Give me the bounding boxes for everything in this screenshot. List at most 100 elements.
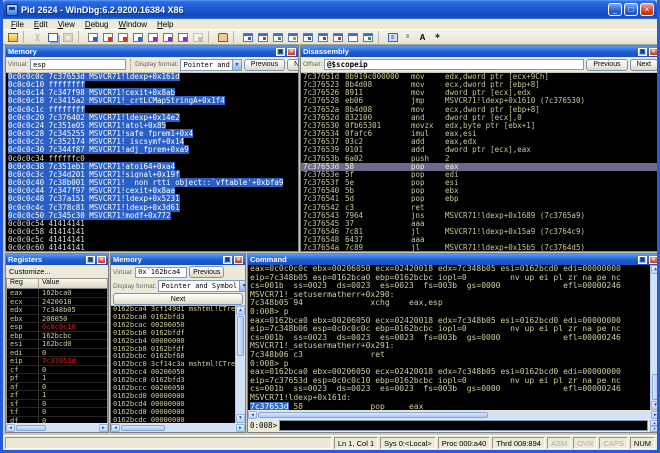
next-button[interactable]: Next: [287, 59, 299, 71]
command-vscrollbar[interactable]: ▲ ▼: [650, 265, 660, 410]
dock-icon[interactable]: ▣: [638, 256, 647, 264]
disassembly-row[interactable]: 7c37653f5epopesi: [301, 179, 660, 187]
command-input[interactable]: [279, 420, 648, 431]
step-out-icon[interactable]: [175, 30, 190, 44]
stop-debugging-icon[interactable]: [115, 30, 130, 44]
previous-button[interactable]: Previous: [189, 266, 224, 278]
scroll-thumb[interactable]: [16, 425, 46, 431]
open-source-file-icon[interactable]: [5, 30, 20, 44]
memory-content[interactable]: 0c0c0c0c 7c37653d MSVCR71!ldexp+0x161d0c…: [6, 73, 298, 251]
dock-icon[interactable]: ▣: [638, 48, 647, 56]
menu-edit[interactable]: Edit: [29, 20, 53, 29]
dock-icon[interactable]: ▣: [276, 48, 285, 56]
font-icon[interactable]: A: [415, 30, 430, 44]
disassembly-row[interactable]: 7c37653d58popeax: [301, 163, 660, 171]
registers-table[interactable]: eax162bca0ecx2420018edx7c348b05ebx206050…: [6, 289, 108, 423]
go-icon[interactable]: [85, 30, 100, 44]
scroll-thumb[interactable]: [237, 316, 244, 356]
minimize-button[interactable]: _: [608, 3, 622, 16]
register-row[interactable]: df0: [7, 417, 107, 424]
maximize-button[interactable]: □: [624, 3, 638, 16]
scroll-left-icon[interactable]: ◄: [248, 411, 257, 419]
disassembly-content[interactable]: 7c37651d8b919c000000movedx,dword ptr [ec…: [301, 73, 660, 251]
step-into-icon[interactable]: [145, 30, 160, 44]
copy-icon[interactable]: [45, 30, 60, 44]
close-icon[interactable]: ×: [234, 256, 243, 264]
memory-row[interactable]: 0c0c0c60 41414141: [6, 244, 298, 251]
memory-panel-title-bar[interactable]: Memory ▣ ×: [6, 46, 298, 57]
memory-window-icon[interactable]: [300, 30, 315, 44]
run-to-cursor-icon[interactable]: [190, 30, 205, 44]
command-output[interactable]: eax=0c0c0c0c ebx=00206050 ecx=02420018 e…: [248, 265, 660, 410]
scroll-up-icon[interactable]: ▲: [651, 265, 660, 274]
previous-button[interactable]: Previous: [244, 59, 285, 71]
register-row[interactable]: pf1: [7, 374, 107, 383]
close-icon[interactable]: ×: [649, 48, 658, 56]
memory2-panel-title-bar[interactable]: Memory ▣ ×: [111, 254, 245, 265]
register-row[interactable]: zf1: [7, 391, 107, 400]
register-row[interactable]: ebx206050: [7, 315, 107, 324]
menu-window[interactable]: Window: [114, 20, 152, 29]
previous-button[interactable]: Previous: [586, 59, 627, 71]
processes-window-icon[interactable]: [360, 30, 375, 44]
register-row[interactable]: edi0: [7, 349, 107, 358]
scroll-down-icon[interactable]: ▼: [236, 414, 245, 423]
register-row[interactable]: eax162bca0: [7, 289, 107, 298]
disassembly-row[interactable]: 7c37653e5fpopedi: [301, 171, 660, 179]
offset-input[interactable]: [324, 59, 584, 70]
options-icon[interactable]: ✱: [430, 30, 445, 44]
next-button[interactable]: Next: [630, 59, 658, 71]
command-spinner[interactable]: ▲▼: [650, 420, 659, 431]
register-row[interactable]: cf0: [7, 366, 107, 375]
customize-button[interactable]: Customize...: [6, 265, 108, 278]
locals-window-icon[interactable]: [270, 30, 285, 44]
source-mode-off-icon[interactable]: ≡: [400, 30, 415, 44]
paste-icon[interactable]: [60, 30, 75, 44]
close-icon[interactable]: ×: [97, 256, 106, 264]
register-row[interactable]: sf0: [7, 400, 107, 409]
registers-window-icon[interactable]: [285, 30, 300, 44]
scroll-left-icon[interactable]: ◄: [6, 424, 15, 432]
register-row[interactable]: ecx2420018: [7, 298, 107, 307]
register-row[interactable]: edx7c348b05: [7, 306, 107, 315]
memory2-vscrollbar[interactable]: ▲ ▼: [235, 306, 245, 423]
disassembly-row[interactable]: 7c37653b6a02push2: [301, 155, 660, 163]
memory2-hscrollbar[interactable]: ◄ ►: [111, 423, 245, 432]
insert-breakpoint-icon[interactable]: [215, 30, 230, 44]
scroll-thumb[interactable]: [652, 374, 659, 400]
register-row[interactable]: esp0c0c0c10: [7, 323, 107, 332]
call-stack-window-icon[interactable]: [315, 30, 330, 44]
display-format-select[interactable]: Pointer and ▼: [180, 59, 241, 71]
dock-icon[interactable]: ▣: [223, 256, 232, 264]
close-icon[interactable]: ×: [649, 256, 658, 264]
scroll-thumb[interactable]: [121, 425, 165, 431]
register-row[interactable]: esi162bcd0: [7, 340, 107, 349]
dock-icon[interactable]: ▣: [86, 256, 95, 264]
next-button[interactable]: Next: [113, 293, 243, 305]
registers-hscrollbar[interactable]: ◄ ►: [6, 423, 108, 432]
memory-row[interactable]: 0162bcdc 00000000: [111, 417, 235, 423]
menu-file[interactable]: File: [6, 20, 29, 29]
close-icon[interactable]: ×: [287, 48, 296, 56]
restart-icon[interactable]: [100, 30, 115, 44]
disassembly-row[interactable]: 7c37654a7c89jlMSVCR71!ldexp+0x15b5 (7c37…: [301, 244, 660, 251]
register-row[interactable]: af0: [7, 383, 107, 392]
detach-icon[interactable]: [130, 30, 145, 44]
watch-window-icon[interactable]: [255, 30, 270, 44]
register-row[interactable]: ebp162bcbc: [7, 332, 107, 341]
register-row[interactable]: eip7c37653d: [7, 357, 107, 366]
disassembly-window-icon[interactable]: [330, 30, 345, 44]
cut-icon[interactable]: [30, 30, 45, 44]
register-row[interactable]: tf0: [7, 408, 107, 417]
scroll-right-icon[interactable]: ►: [236, 424, 245, 432]
command-panel-title-bar[interactable]: Command ▣ ×: [248, 254, 660, 265]
scratch-pad-icon[interactable]: [345, 30, 360, 44]
title-bar[interactable]: Pid 2624 - WinDbg:6.2.9200.16384 X86 _ □…: [3, 0, 657, 19]
step-over-icon[interactable]: [160, 30, 175, 44]
source-mode-on-icon[interactable]: ≡: [385, 30, 400, 44]
disassembly-row[interactable]: 7c3765415dpopebp: [301, 195, 660, 203]
command-hscrollbar[interactable]: ◄ ►: [248, 410, 660, 419]
memory-content[interactable]: 0162bca4 3cf149d1 mshtml!CTreeN0162bca8 …: [111, 306, 245, 423]
scroll-left-icon[interactable]: ◄: [111, 424, 120, 432]
scroll-right-icon[interactable]: ►: [651, 411, 660, 419]
